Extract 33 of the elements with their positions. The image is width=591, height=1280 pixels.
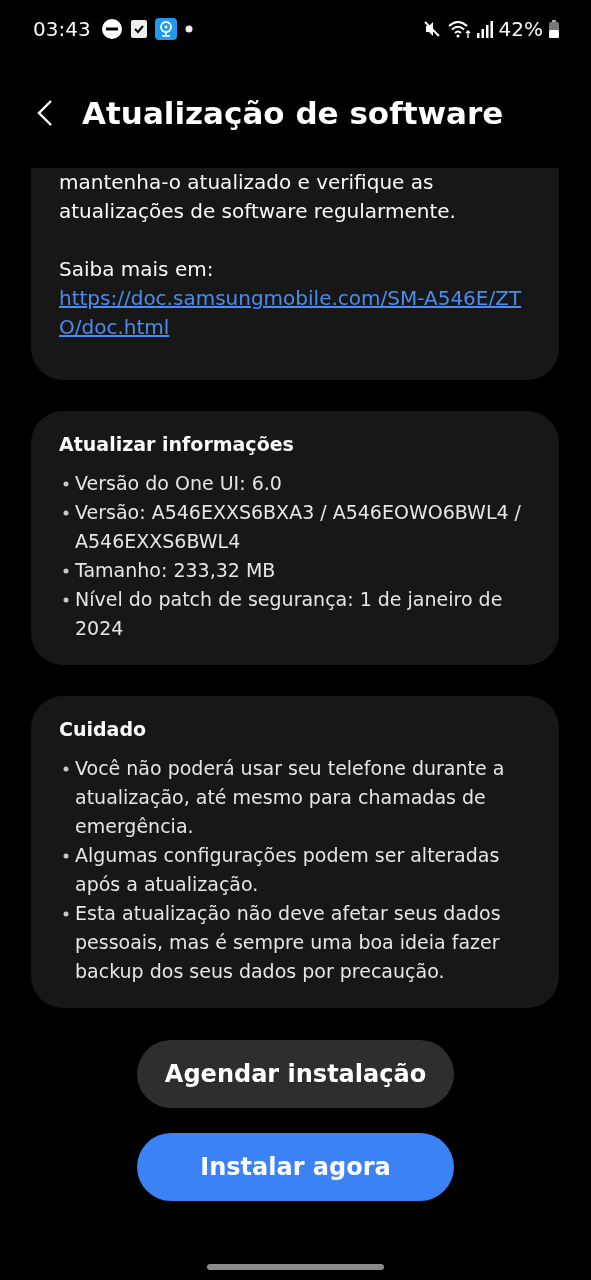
bullet-icon [63,853,69,859]
wifi-icon [446,19,471,39]
bullet-icon [63,766,69,772]
list-item: Versão: A546EXXS6BXA3 / A546EOWO6BWL4 / A546EXXS6BWL4 [75,500,522,554]
bullet-icon [63,911,69,917]
status-time: 03:43 [33,17,91,41]
schedule-button[interactable]: Agendar instalação [137,1040,454,1108]
mute-icon [422,20,441,38]
more-label: Saiba mais em: [59,256,215,283]
intro-text: mantenha-o atualizado e verifique as atualizações de software regularmente. [59,169,457,225]
doc-link[interactable]: https://doc.samsungmobile.com/SM-A546E/ZTO/doc.html [59,284,531,342]
camera-app-icon [154,18,177,40]
section-title: Cuidado [59,718,148,740]
bullet-icon [63,568,69,574]
do-not-disturb-icon [100,18,123,40]
list-item: Tamanho: 233,32 MB [75,558,276,583]
bullet-icon [63,597,69,603]
dot-icon [184,25,193,33]
checkbox-icon [130,20,147,38]
signal-icon [476,20,493,38]
list-item: Você não poderá usar seu telefone durante a atualização, até mesmo para chamadas de emergência. [75,756,506,839]
list-item: Versão do One UI: 6.0 [75,471,282,496]
battery-percent: 42% [498,17,543,41]
section-title: Atualizar informações [59,433,295,455]
back-button[interactable] [36,99,54,127]
list-item: Nível do patch de segurança: 1 de janeiro de 2024 [75,587,504,641]
bullet-icon [63,510,69,516]
install-button[interactable]: Instalar agora [137,1133,454,1201]
list-item: Algumas configurações podem ser alteradas após a atualização. [75,843,501,897]
page-title: Atualização de software [82,95,504,131]
battery-icon [549,20,559,38]
list-item: Esta atualização não deve afetar seus dados pessoais, mas é sempre uma boa ideia fazer backup dos seus dados por precaução. [75,901,502,984]
bullet-icon [63,481,69,487]
